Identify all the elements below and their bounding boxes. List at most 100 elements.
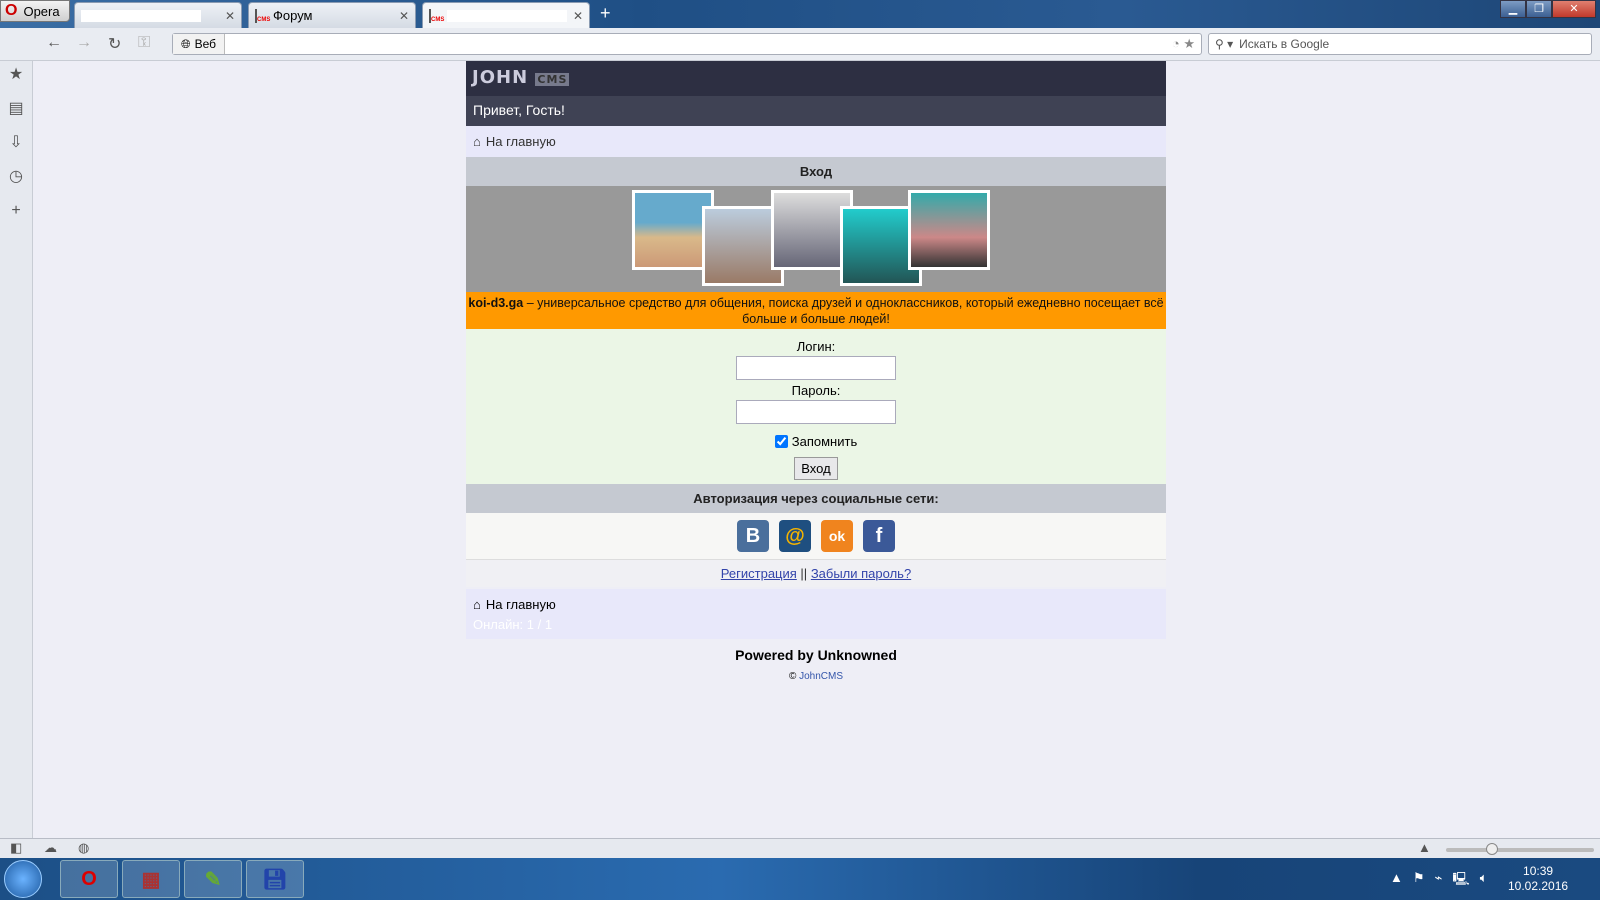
- promo-banner: koi-d3.ga – универсальное средство для о…: [466, 292, 1166, 329]
- link-separator: ||: [800, 566, 808, 581]
- browser-tab-bar: O Opera ✕ CMS Форум ✕ CMS ✕ + ▁ ❐ ✕: [0, 0, 1600, 28]
- bookmarks-icon[interactable]: ★: [0, 61, 32, 95]
- vk-icon[interactable]: B: [737, 520, 769, 552]
- odnoklassniki-icon[interactable]: ok: [821, 520, 853, 552]
- search-input[interactable]: ⚲ ▾ Искать в Google: [1208, 33, 1592, 55]
- promo-site-name: koi-d3.ga: [468, 296, 524, 310]
- taskbar-winrar[interactable]: ▦: [122, 860, 180, 898]
- password-input[interactable]: [736, 400, 896, 424]
- social-auth-icons: B @ ok f: [466, 513, 1166, 560]
- johncms-favicon-icon: CMS: [429, 8, 444, 23]
- account-links: Регистрация || Забыли пароль?: [466, 560, 1166, 587]
- search-icon: ⚲ ▾: [1215, 37, 1234, 51]
- login-form: Логин: Пароль: Запомнить Вход: [466, 329, 1166, 484]
- back-icon[interactable]: ←: [46, 34, 62, 52]
- johncms-logo[interactable]: JOHN CMS: [472, 67, 570, 88]
- copyright: © JohnCMS: [466, 671, 1166, 682]
- footer-home-label: На главную: [485, 597, 556, 612]
- close-window-button[interactable]: ✕: [1552, 0, 1596, 18]
- login-label: Логин:: [796, 339, 836, 354]
- system-tray: ▲ ⚑ ⌁ 🖳︎ 🔈︎: [1390, 870, 1488, 892]
- action-center-flag-icon[interactable]: ⚑: [1413, 870, 1425, 892]
- forward-icon[interactable]: →: [76, 34, 92, 52]
- add-panel-icon[interactable]: +: [0, 197, 32, 231]
- register-link[interactable]: Регистрация: [721, 566, 797, 581]
- key-icon[interactable]: ⚿: [138, 34, 150, 52]
- greeting: Привет, Гость!: [466, 96, 1166, 126]
- close-tab-icon[interactable]: ✕: [399, 9, 409, 23]
- globe-icon: 🌐︎: [181, 36, 191, 51]
- notes-icon[interactable]: ▤: [0, 95, 32, 129]
- promo-text: – универсальное средство для общения, по…: [523, 296, 1164, 326]
- forgot-password-link[interactable]: Забыли пароль?: [811, 566, 911, 581]
- new-tab-button[interactable]: +: [600, 3, 611, 24]
- clock-time: 10:39: [1523, 864, 1554, 878]
- opera-menu-button[interactable]: O Opera: [0, 0, 70, 22]
- tab-1[interactable]: ✕: [74, 2, 242, 28]
- johncms-page: JOHN CMS Привет, Гость! ⌂ На главную Вход…: [466, 61, 1166, 682]
- site-info-badge[interactable]: 🌐︎ Веб: [173, 34, 226, 54]
- mailru-icon[interactable]: @: [779, 520, 811, 552]
- zoom-slider[interactable]: [1446, 843, 1594, 855]
- rss-icon[interactable]: ◔: [1172, 36, 1180, 51]
- remember-label: Запомнить: [791, 434, 858, 449]
- home-icon: ⌂: [473, 597, 481, 612]
- tab-title-redacted: [81, 9, 201, 22]
- home-link-label: На главную: [485, 134, 556, 149]
- address-prefix: Веб: [194, 37, 217, 51]
- clock-date: 10.02.2016: [1508, 879, 1569, 893]
- password-label: Пароль:: [791, 383, 841, 398]
- facebook-icon[interactable]: f: [863, 520, 895, 552]
- johncms-favicon-icon: CMS: [255, 8, 270, 23]
- address-toolbar: ← → ↻ ⚿ 🌐︎ Веб ◔ ★ ⚲ ▾ Искать в Google: [0, 28, 1600, 61]
- browser-sidebar: ★ ▤ ⇩ ◷ +: [0, 61, 33, 838]
- tab-title: Форум: [273, 8, 313, 23]
- minimize-button[interactable]: ▁: [1500, 0, 1526, 18]
- close-tab-icon[interactable]: ✕: [225, 9, 235, 23]
- powered-by: Powered by Unknowned: [735, 647, 897, 663]
- online-counter: Онлайн: 1 / 1: [473, 617, 553, 632]
- volume-icon[interactable]: 🔈︎: [1480, 870, 1488, 892]
- home-link[interactable]: ⌂ На главную: [466, 126, 1166, 157]
- tab-title-redacted: [447, 9, 567, 22]
- restore-button[interactable]: ❐: [1526, 0, 1552, 18]
- tab-active[interactable]: CMS ✕: [422, 2, 590, 28]
- show-hidden-icons[interactable]: ▲: [1390, 870, 1403, 892]
- copyright-symbol: ©: [788, 671, 797, 682]
- reload-icon[interactable]: ↻: [108, 34, 121, 54]
- panel-toggle-icon[interactable]: ◧: [10, 840, 22, 856]
- address-bar[interactable]: 🌐︎ Веб ◔ ★: [172, 33, 1202, 55]
- history-icon[interactable]: ◷: [0, 163, 32, 197]
- power-icon[interactable]: ⌁: [1435, 870, 1443, 892]
- taskbar-notepad[interactable]: ✎: [184, 860, 242, 898]
- view-options-icon[interactable]: ▲: [1418, 840, 1431, 855]
- site-header: JOHN CMS: [466, 61, 1166, 96]
- tab-forum[interactable]: CMS Форум ✕: [248, 2, 416, 28]
- opera-unite-icon[interactable]: ☁: [44, 840, 57, 856]
- windows-taskbar: O ▦ ✎ 💾︎ ▲ ⚑ ⌁ 🖳︎ 🔈︎ 10:39 10.02.2016: [0, 858, 1600, 900]
- opera-logo-icon: O: [5, 2, 18, 19]
- search-placeholder: Искать в Google: [1239, 37, 1330, 51]
- photo-friends: [908, 190, 990, 270]
- home-icon: ⌂: [473, 134, 481, 149]
- footer-home-link[interactable]: ⌂ На главную: [473, 597, 1159, 612]
- login-input[interactable]: [736, 356, 896, 380]
- start-button[interactable]: [4, 860, 42, 898]
- network-icon[interactable]: 🖳︎: [1452, 870, 1469, 892]
- browser-status-bar: ◧ ☁ ◍ ▲: [0, 838, 1600, 858]
- taskbar-save-app[interactable]: 💾︎: [246, 860, 304, 898]
- zoom-slider-handle[interactable]: [1486, 843, 1498, 855]
- login-header: Вход: [466, 157, 1166, 186]
- remember-checkbox[interactable]: [774, 435, 788, 448]
- johncms-link[interactable]: JohnCMS: [799, 671, 843, 682]
- close-tab-icon[interactable]: ✕: [573, 9, 583, 23]
- opera-menu-label: Opera: [23, 3, 60, 19]
- site-footer: ⌂ На главную Онлайн: 1 / 1: [466, 589, 1166, 639]
- photo-collage: [466, 186, 1166, 292]
- clock[interactable]: 10:39 10.02.2016: [1508, 864, 1568, 894]
- taskbar-opera[interactable]: O: [60, 860, 118, 898]
- bookmark-star-icon[interactable]: ★: [1183, 36, 1195, 51]
- turbo-icon[interactable]: ◍: [78, 840, 89, 856]
- login-submit-button[interactable]: Вход: [794, 457, 838, 480]
- downloads-icon[interactable]: ⇩: [0, 129, 32, 163]
